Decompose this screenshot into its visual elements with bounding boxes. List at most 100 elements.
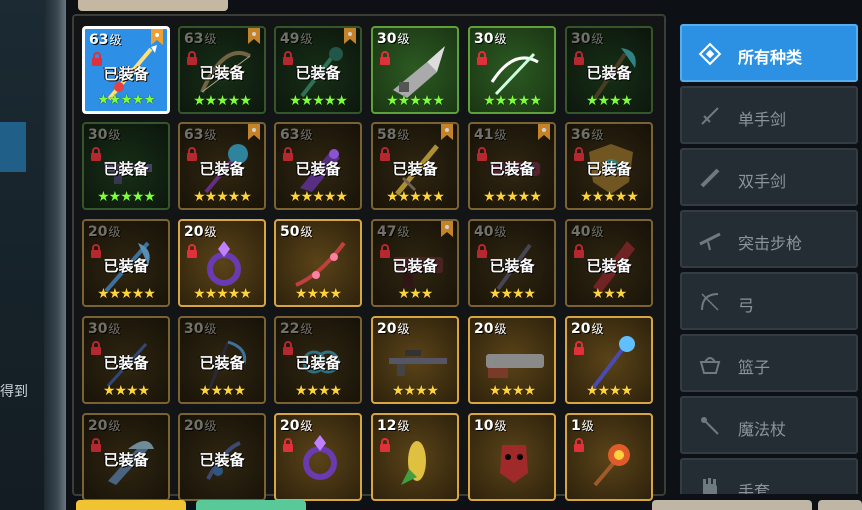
assault-rifle-icon xyxy=(698,228,722,252)
category-all-categories[interactable]: 所有种类 xyxy=(680,24,858,82)
category-magic-wand[interactable]: 魔法杖 xyxy=(680,396,858,454)
item-level: 22级 xyxy=(280,320,313,337)
equipped-badge: 已装备 xyxy=(199,451,245,469)
item-slot[interactable]: 30级 已装备 ★★★★ xyxy=(565,26,653,114)
level-suffix: 级 xyxy=(494,128,507,142)
item-slot[interactable]: 20级 已装备 xyxy=(82,413,170,501)
star-rating: ★★★★ xyxy=(585,383,633,399)
level-suffix: 级 xyxy=(397,128,410,142)
star-rating: ★★★★★ xyxy=(97,189,156,205)
item-slot[interactable]: 30级 已装备 ★★★★★ xyxy=(82,122,170,210)
item-slot[interactable]: 20级 xyxy=(274,413,362,501)
item-slot[interactable]: 30级 已装备 ★★★★ xyxy=(82,316,170,404)
item-slot[interactable]: 30级 ★★★★★ xyxy=(468,26,556,114)
one-hand-sword-icon xyxy=(698,104,722,128)
star-rating: ★★★★★ xyxy=(386,189,445,205)
item-level: 20级 xyxy=(280,417,313,434)
item-slot[interactable]: 22级 已装备 ★★★★ xyxy=(274,316,362,404)
equipped-badge: 已装备 xyxy=(103,257,149,275)
item-slot[interactable]: 30级 ★★★★★ xyxy=(371,26,459,114)
item-slot[interactable]: 49级 已装备 ★★★★★ xyxy=(274,26,362,114)
item-slot[interactable]: 63级 已装备 ★★★★★ xyxy=(178,26,266,114)
item-slot[interactable]: 63级 已装备 ★★★★★ xyxy=(274,122,362,210)
item-level: 30级 xyxy=(571,30,604,47)
equipped-badge: 已装备 xyxy=(295,354,341,372)
category-assault-rifle[interactable]: 突击步枪 xyxy=(680,210,858,268)
ring-icon xyxy=(290,429,350,489)
item-slot[interactable]: 20级已装备 xyxy=(178,413,266,501)
item-slot[interactable]: 40级 已装备 ★★★★ xyxy=(468,219,556,307)
item-slot[interactable]: 20级 ★★★★ xyxy=(371,316,459,404)
level-suffix: 级 xyxy=(300,225,313,239)
item-slot[interactable]: 63级 已装备 ★★★★★ xyxy=(178,122,266,210)
level-suffix: 级 xyxy=(591,322,604,336)
bottom-button-green[interactable] xyxy=(196,500,306,510)
item-level-value: 50 xyxy=(280,224,300,240)
item-slot[interactable]: 20级 已装备 ★★★★★ xyxy=(82,219,170,307)
item-slot[interactable]: 47级 已装备 ★★★ xyxy=(371,219,459,307)
category-bow[interactable]: 弓 xyxy=(680,272,858,330)
category-one-hand-sword[interactable]: 单手剑 xyxy=(680,86,858,144)
level-suffix: 级 xyxy=(581,419,594,433)
equipped-badge: 已装备 xyxy=(489,160,535,178)
equipped-badge: 已装备 xyxy=(103,354,149,372)
level-suffix: 级 xyxy=(397,225,410,239)
item-slot[interactable]: 41级已装备 ★★★★★ xyxy=(468,122,556,210)
item-level: 49级 xyxy=(280,30,313,47)
level-suffix: 级 xyxy=(300,128,313,142)
item-slot[interactable]: 10级 xyxy=(468,413,556,501)
star-rating: ★★★ xyxy=(591,286,628,302)
category-two-hand-sword[interactable]: 双手剑 xyxy=(680,148,858,206)
item-slot[interactable]: 30级 已装备 ★★★★ xyxy=(178,316,266,404)
item-level: 40级 xyxy=(474,223,507,240)
category-basket[interactable]: 篮子 xyxy=(680,334,858,392)
level-suffix: 级 xyxy=(204,128,217,142)
bottom-button-gray-2[interactable] xyxy=(818,500,862,510)
bow-icon xyxy=(698,290,722,314)
item-level-value: 58 xyxy=(377,127,397,143)
bookmark-icon xyxy=(344,28,356,44)
magic-wand-icon xyxy=(698,414,722,438)
star-rating: ★★★★ xyxy=(102,383,150,399)
equipped-badge: 已装备 xyxy=(295,160,341,178)
star-rating: ★★★★★ xyxy=(483,189,542,205)
left-panel: 得到 xyxy=(0,0,66,510)
lock-icon xyxy=(378,437,392,452)
item-level: 20级 xyxy=(474,320,507,337)
item-slot[interactable]: 58级 已装备 ★★★★★ xyxy=(371,122,459,210)
item-slot[interactable]: 40级 已装备 ★★★ xyxy=(565,219,653,307)
item-level-value: 41 xyxy=(474,127,494,143)
item-slot[interactable]: 1级 xyxy=(565,413,653,501)
bottom-button-yellow[interactable] xyxy=(76,500,186,510)
item-level-value: 30 xyxy=(88,321,108,337)
item-slot[interactable]: 12级 xyxy=(371,413,459,501)
item-level-value: 47 xyxy=(377,224,397,240)
item-slot[interactable]: 50级 ★★★★ xyxy=(274,219,362,307)
level-suffix: 级 xyxy=(109,33,122,47)
item-level-value: 20 xyxy=(377,321,397,337)
item-level-value: 49 xyxy=(280,31,300,47)
item-slot[interactable]: 20级 ★★★★★ xyxy=(178,219,266,307)
star-rating: ★★★★ xyxy=(488,383,536,399)
bottom-button-gray[interactable] xyxy=(652,500,812,510)
item-level-value: 10 xyxy=(474,418,494,434)
item-slot[interactable]: 20级 ★★★★ xyxy=(468,316,556,404)
item-level-value: 20 xyxy=(88,418,108,434)
item-slot[interactable]: 20级 ★★★★ xyxy=(565,316,653,404)
item-level: 50级 xyxy=(280,223,313,240)
item-level-value: 20 xyxy=(474,321,494,337)
item-slot[interactable]: 63级 已装备 ★★★★★ xyxy=(82,26,170,114)
category-glove[interactable]: 手套 xyxy=(680,458,858,494)
mask-icon xyxy=(484,429,544,489)
top-tab[interactable] xyxy=(78,0,228,11)
item-level-value: 22 xyxy=(280,321,300,337)
item-level: 20级 xyxy=(184,417,217,434)
star-rating: ★★★★★ xyxy=(193,189,252,205)
left-tab-highlight[interactable] xyxy=(0,122,26,172)
equipped-badge: 已装备 xyxy=(199,160,245,178)
item-slot[interactable]: 36级 已装备 ★★★★★ xyxy=(565,122,653,210)
item-level-value: 40 xyxy=(474,224,494,240)
item-level-value: 30 xyxy=(88,127,108,143)
lock-icon xyxy=(572,437,586,452)
level-suffix: 级 xyxy=(204,322,217,336)
